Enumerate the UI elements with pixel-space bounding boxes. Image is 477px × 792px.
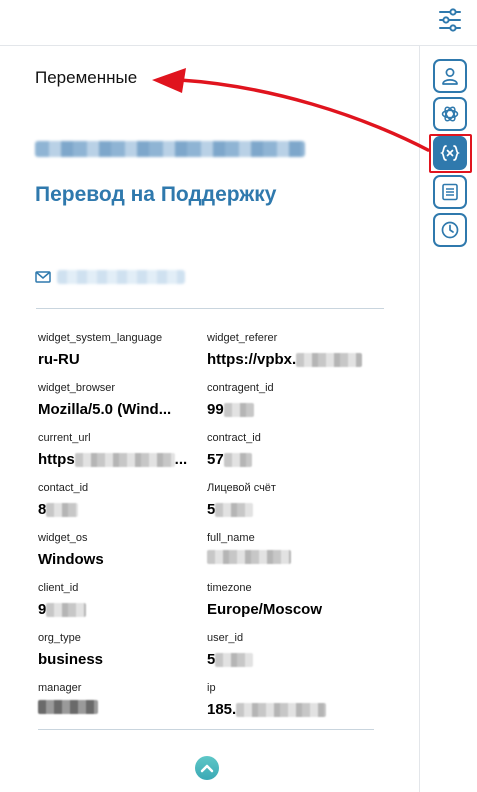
variable-manager: manager — [38, 682, 98, 714]
redacted-value — [46, 503, 79, 517]
variable-key: user_id — [207, 632, 244, 644]
variable-widget-os: widget_os Windows — [38, 532, 104, 570]
variable-widget-browser: widget_browser Mozilla/5.0 (Wind... — [38, 382, 171, 420]
variable-value-text: 57 — [207, 451, 224, 468]
redacted-value — [46, 603, 87, 617]
openai-icon — [441, 106, 459, 122]
variable-org-type: org_type business — [38, 632, 103, 670]
contact-email-row[interactable] — [35, 270, 185, 284]
redacted-value — [74, 453, 175, 467]
document-icon — [442, 183, 458, 201]
collapse-button[interactable] — [195, 756, 219, 780]
redacted-value — [236, 703, 327, 717]
variable-contact-id: contact_id 8 — [38, 482, 88, 520]
variable-value: 57 — [207, 450, 261, 470]
variable-value: Windows — [38, 551, 104, 568]
variable-value: Mozilla/5.0 (Wind... — [38, 401, 172, 418]
variable-key: widget_os — [38, 532, 88, 544]
variable-value: business — [38, 651, 104, 668]
variable-widget-system-language: widget_system_language ru-RU — [38, 332, 162, 370]
sidebar-profile-button[interactable] — [433, 59, 467, 93]
mail-icon — [35, 271, 51, 283]
redacted-value — [223, 403, 254, 417]
page-headline: Перевод на Поддержку — [35, 183, 277, 206]
variable-value: 185. — [207, 700, 327, 720]
variable-value: ru-RU — [38, 351, 80, 368]
variable-key: manager — [38, 682, 82, 694]
sliders-icon — [439, 8, 461, 32]
variable-value-text: 99 — [207, 401, 224, 418]
variable-value: 5 — [207, 500, 276, 520]
variable-value: 5 — [207, 650, 254, 670]
sidebar-history-button[interactable] — [433, 213, 467, 247]
section-title: Переменные — [35, 68, 138, 87]
user-icon — [442, 68, 458, 85]
variable-value: Europe/Moscow — [207, 601, 323, 618]
divider-bottom — [38, 729, 374, 730]
variable-timezone: timezone Europe/Moscow — [207, 582, 322, 620]
variable-value: 99 — [207, 400, 274, 420]
variable-key: widget_referer — [207, 332, 278, 344]
variable-contragent-id: contragent_id 99 — [207, 382, 274, 420]
variable-key: widget_browser — [38, 382, 116, 394]
variable-key: org_type — [38, 632, 81, 644]
variable-value-text: 8 — [38, 501, 47, 518]
variable-value: https://vpbx. — [207, 350, 363, 370]
variable-key: contract_id — [207, 432, 261, 444]
chevron-up-icon — [200, 764, 214, 773]
redacted-value — [207, 550, 291, 564]
variable-key: client_id — [38, 582, 79, 594]
variable-account-number: Лицевой счёт 5 — [207, 482, 276, 520]
divider — [36, 308, 384, 309]
variable-key: current_url — [38, 432, 91, 444]
variable-user-id: user_id 5 — [207, 632, 254, 670]
variable-key: full_name — [207, 532, 255, 544]
sidebar-notes-button[interactable] — [433, 175, 467, 209]
top-bar — [0, 0, 477, 46]
variable-value — [207, 550, 291, 564]
variable-value-text: 9 — [38, 601, 47, 618]
variable-value-text: 5 — [207, 651, 216, 668]
redacted-value — [215, 503, 254, 517]
variable-value: 8 — [38, 500, 88, 520]
variable-key: contact_id — [38, 482, 89, 494]
clock-icon — [441, 221, 459, 239]
settings-sliders-button[interactable] — [434, 4, 466, 36]
variable-client-id: client_id 9 — [38, 582, 87, 620]
highlight-box — [429, 134, 472, 173]
variable-current-url: current_url https... — [38, 432, 187, 470]
redacted-value — [223, 453, 252, 467]
variable-key: contragent_id — [207, 382, 274, 394]
variable-value-ellipsis: ... — [174, 451, 188, 468]
variable-key: ip — [207, 682, 216, 694]
redacted-value — [215, 653, 254, 667]
variable-value-text: 5 — [207, 501, 216, 518]
variable-key: Лицевой счёт — [207, 482, 276, 494]
variable-value — [38, 700, 98, 714]
variable-value-text: https://vpbx. — [207, 351, 297, 368]
variable-ip: ip 185. — [207, 682, 327, 720]
variable-widget-referer: widget_referer https://vpbx. — [207, 332, 363, 370]
variable-full-name: full_name — [207, 532, 291, 564]
variable-value: 9 — [38, 600, 87, 620]
redacted-email — [35, 141, 305, 157]
redacted-value — [38, 700, 98, 714]
redacted-value — [296, 353, 363, 367]
redacted-contact-email — [57, 270, 185, 284]
variable-key: timezone — [207, 582, 252, 594]
variable-value: https... — [38, 450, 187, 470]
variable-value-text: https — [38, 451, 75, 468]
sidebar-ai-button[interactable] — [433, 97, 467, 131]
variable-value-text: 185. — [207, 701, 237, 718]
variable-key: widget_system_language — [38, 332, 163, 344]
variable-contract-id: contract_id 57 — [207, 432, 261, 470]
